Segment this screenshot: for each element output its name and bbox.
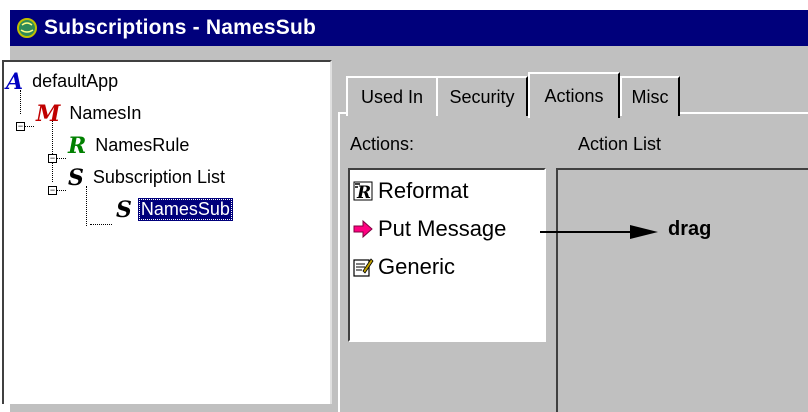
window-title: Subscriptions - NamesSub [44, 16, 317, 39]
subscription-tree[interactable]: − − − A defaultApp M NamesIn R NamesRule… [2, 60, 332, 404]
tree-connector [86, 186, 87, 226]
tree-connector [90, 224, 112, 225]
drag-annotation: drag [668, 218, 712, 240]
tab-label: Misc [631, 86, 669, 107]
app-icon: A [6, 68, 24, 95]
drag-arrow-icon [540, 225, 658, 239]
action-list-drop-target[interactable] [556, 168, 808, 412]
globe-icon [17, 18, 37, 38]
action-label: Generic [378, 254, 456, 279]
subscription-list-icon: S [68, 164, 84, 191]
action-label: Put Message [378, 216, 507, 241]
message-flow-icon: M [36, 100, 61, 127]
tab-used-in[interactable]: Used In [346, 76, 438, 116]
tree-connector [56, 158, 66, 159]
action-item-generic[interactable]: Generic [352, 254, 455, 280]
tab-label: Security [449, 86, 515, 107]
tree-connector [56, 190, 66, 191]
actions-list[interactable]: R Reformat Put Message Generic [348, 168, 546, 342]
reformat-icon: R [353, 181, 373, 202]
generic-icon [353, 258, 374, 277]
action-list-label: Action List [578, 134, 662, 154]
put-message-icon [353, 219, 373, 239]
tree-item-label: NamesIn [69, 103, 142, 123]
action-item-put-message[interactable]: Put Message [352, 216, 506, 242]
tree-connector [52, 120, 53, 182]
tab-security[interactable]: Security [436, 76, 528, 116]
expand-toggle-namesrule[interactable]: − [48, 154, 57, 163]
tree-item-subscription-list[interactable]: S Subscription List [68, 166, 228, 189]
tree-item-label: NamesRule [95, 135, 190, 155]
tree-item-namessub[interactable]: S NamesSub [116, 198, 233, 221]
tree-connector [24, 126, 34, 127]
tab-actions[interactable]: Actions [528, 72, 620, 118]
actions-label: Actions: [350, 134, 415, 154]
tree-item-label: Subscription List [92, 167, 225, 187]
subscription-icon: S [116, 196, 132, 223]
tab-label: Used In [360, 86, 424, 107]
tree-item-label: defaultApp [32, 71, 119, 91]
action-label: Reformat [378, 178, 469, 203]
tree-item-namesrule[interactable]: R NamesRule [68, 134, 192, 157]
expand-toggle-subscription-list[interactable]: − [48, 186, 57, 195]
tree-item-defaultapp[interactable]: A defaultApp [6, 70, 121, 93]
tab-label: Actions [544, 85, 604, 106]
action-item-reformat[interactable]: R Reformat [352, 178, 468, 204]
tree-item-namesin[interactable]: M NamesIn [36, 102, 144, 125]
title-bar[interactable]: Subscriptions - NamesSub [10, 10, 808, 46]
expand-toggle-namesin[interactable]: − [16, 122, 25, 131]
svg-text:R: R [356, 183, 371, 202]
tree-item-label: NamesSub [137, 198, 233, 221]
tab-misc[interactable]: Misc [620, 76, 680, 116]
rule-icon: R [68, 132, 87, 159]
